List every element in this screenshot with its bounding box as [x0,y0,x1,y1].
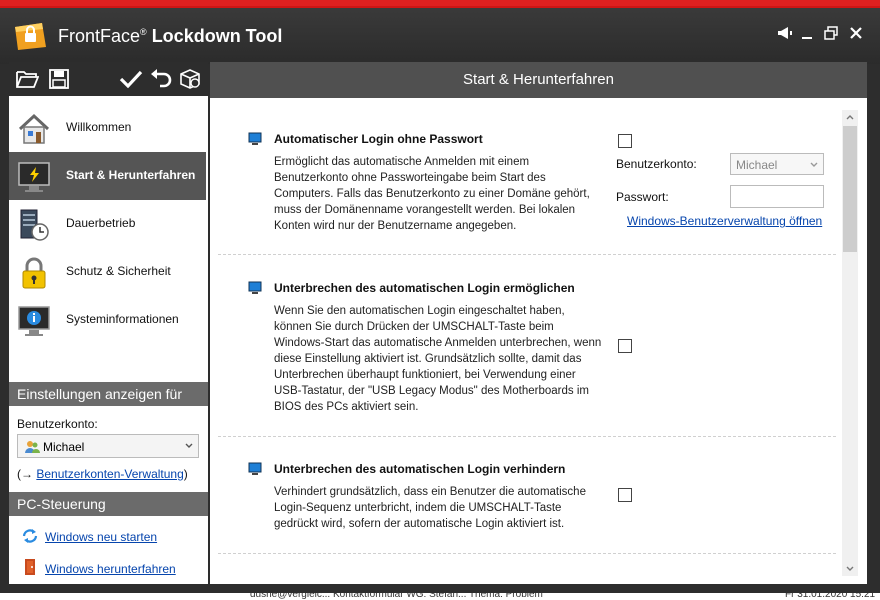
info-monitor-icon [18,306,50,336]
setting-title: Unterbrechen des automatischen Login ver… [274,462,566,476]
nav-label: Schutz & Sicherheit [66,264,171,278]
folder-open-icon[interactable] [15,68,39,90]
nav-label: Start & Herunterfahren [66,168,196,182]
account-select[interactable]: Michael [17,434,199,458]
pc-control-heading: PC-Steuerung [9,492,208,516]
nav-item-willkommen[interactable]: Willkommen [9,104,206,152]
left-panel: Willkommen Start & Herunterfahren Dauerb… [9,62,208,584]
users-icon [25,441,40,453]
package-icon[interactable] [178,68,202,90]
nav-item-systeminformationen[interactable]: Systeminformationen [9,296,206,344]
server-clock-icon [20,209,49,241]
shutdown-windows-link[interactable]: Windows herunterfahren [45,562,176,576]
monitor-icon [248,281,262,294]
auto-login-password-label: Passwort: [616,190,669,204]
save-icon[interactable] [47,68,71,90]
section-divider [218,553,836,554]
megaphone-icon[interactable] [775,26,795,46]
section-divider [218,254,836,255]
account-management-link-row: (→ Benutzerkonten-Verwaltung) [17,467,188,481]
close-button[interactable] [846,26,866,46]
auto-login-checkbox[interactable] [618,134,632,148]
undo-icon[interactable] [149,68,173,90]
nav-label: Systeminformationen [66,312,179,326]
house-icon [18,113,50,144]
setting-description: Wenn Sie den automatischen Login eingesc… [274,305,602,413]
auto-login-account-value: Michael [736,158,778,172]
auto-login-account-select[interactable]: Michael [730,153,824,175]
monitor-icon [248,132,262,145]
section-divider [218,436,836,437]
setting-title: Unterbrechen des automatischen Login erm… [274,281,575,295]
nav-label: Willkommen [66,120,132,134]
account-label: Benutzerkonto: [17,417,98,431]
setting-description: Verhindert grundsätzlich, dass ein Benut… [274,486,586,530]
restart-windows-link[interactable]: Windows neu starten [45,530,157,544]
monitor-icon [248,462,262,475]
title-bar: FrontFace® Lockdown Tool [0,8,880,64]
nav-label: Dauerbetrieb [66,216,136,230]
checkmark-icon[interactable] [119,68,143,90]
scrollbar-thumb[interactable] [843,126,857,252]
main-panel: Start & Herunterfahren Automatischer Log… [210,62,867,584]
padlock-icon [22,257,46,289]
main-scrollbar[interactable] [842,110,858,576]
app-lock-icon [15,23,46,50]
scroll-down-icon[interactable] [846,566,854,572]
chevron-down-icon [810,162,818,167]
monitor-power-icon [18,162,50,192]
toolbar [9,62,208,96]
chevron-down-icon [185,443,193,448]
scroll-up-icon[interactable] [846,114,854,120]
nav-item-start-herunterfahren[interactable]: Start & Herunterfahren [9,152,206,200]
settings-for-heading: Einstellungen anzeigen für [9,382,208,406]
auto-login-password-input[interactable] [730,185,824,208]
auto-login-account-label: Benutzerkonto: [616,157,697,171]
setting-description: Ermöglicht das automatische Anmelden mit… [274,156,590,232]
minimize-button[interactable] [797,26,817,46]
account-select-value: Michael [43,440,85,454]
account-management-link[interactable]: Benutzerkonten-Verwaltung [36,467,183,481]
setting-title: Automatischer Login ohne Passwort [274,132,483,146]
window-title: FrontFace® Lockdown Tool [58,26,283,46]
nav-item-dauerbetrieb[interactable]: Dauerbetrieb [9,200,206,248]
nav-item-schutz-sicherheit[interactable]: Schutz & Sicherheit [9,248,206,296]
restore-button[interactable] [821,26,841,46]
shutdown-door-icon [25,559,35,575]
restart-icon [22,529,38,543]
prevent-interrupt-checkbox[interactable] [618,488,632,502]
lockdown-tool-window: FrontFace® Lockdown Tool Willkommen Star… [0,6,880,593]
open-user-management-link[interactable]: Windows-Benutzerverwaltung öffnen [627,214,822,228]
page-title: Start & Herunterfahren [210,62,867,98]
allow-interrupt-checkbox[interactable] [618,339,632,353]
